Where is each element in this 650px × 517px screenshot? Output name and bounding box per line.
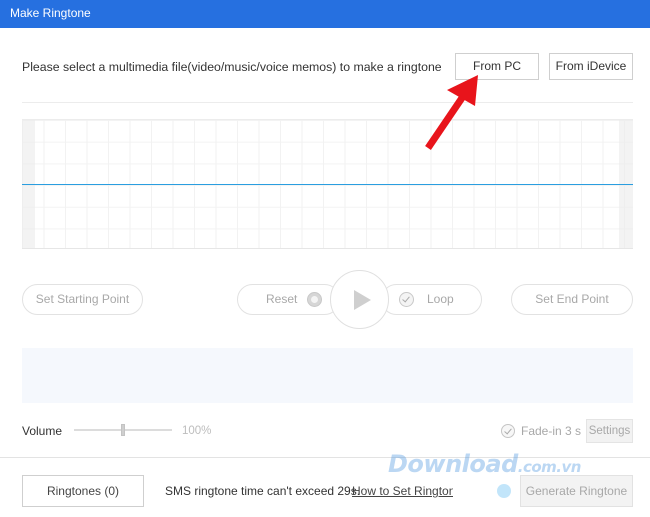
play-icon: [354, 290, 371, 310]
from-idevice-button[interactable]: From iDevice: [549, 53, 633, 80]
volume-label: Volume: [22, 424, 63, 438]
loop-label: Loop: [427, 292, 454, 306]
settings-button[interactable]: Settings: [586, 419, 633, 443]
reset-label: Reset: [266, 292, 298, 306]
sms-note: SMS ringtone time can't exceed 29s.: [165, 484, 361, 498]
waveform-area[interactable]: [22, 119, 633, 249]
title-bar: Make Ringtone: [0, 0, 650, 28]
divider: [22, 102, 633, 103]
watermark-text: Download: [388, 450, 518, 478]
play-button[interactable]: [330, 270, 389, 329]
watermark-suffix: .com.vn: [517, 458, 582, 476]
ringtones-button[interactable]: Ringtones (0): [22, 475, 144, 507]
footer-divider: [0, 457, 650, 458]
watermark: Download.com.vn: [388, 450, 581, 478]
set-end-point-button[interactable]: Set End Point: [511, 284, 633, 315]
volume-thumb[interactable]: [121, 424, 125, 436]
source-prompt: Please select a multimedia file(video/mu…: [22, 60, 442, 74]
loop-toggle[interactable]: Loop: [381, 284, 482, 315]
reset-button[interactable]: Reset: [237, 284, 340, 315]
volume-slider[interactable]: [74, 422, 172, 438]
waveform-line: [22, 184, 633, 185]
how-to-set-ringtone-link[interactable]: How to Set Ringtone: [352, 484, 453, 498]
info-panel: [22, 348, 633, 403]
from-pc-button[interactable]: From PC: [455, 53, 539, 80]
volume-value: 100%: [182, 425, 212, 437]
reset-icon: [307, 292, 322, 307]
check-icon: [399, 292, 414, 307]
check-icon: [501, 424, 515, 438]
window-title: Make Ringtone: [10, 6, 91, 20]
set-starting-point-button[interactable]: Set Starting Point: [22, 284, 143, 315]
generate-ringtone-button[interactable]: Generate Ringtone: [520, 475, 633, 507]
fade-in-label: Fade-in 3 s: [521, 424, 582, 438]
watermark-dot: [497, 484, 511, 498]
